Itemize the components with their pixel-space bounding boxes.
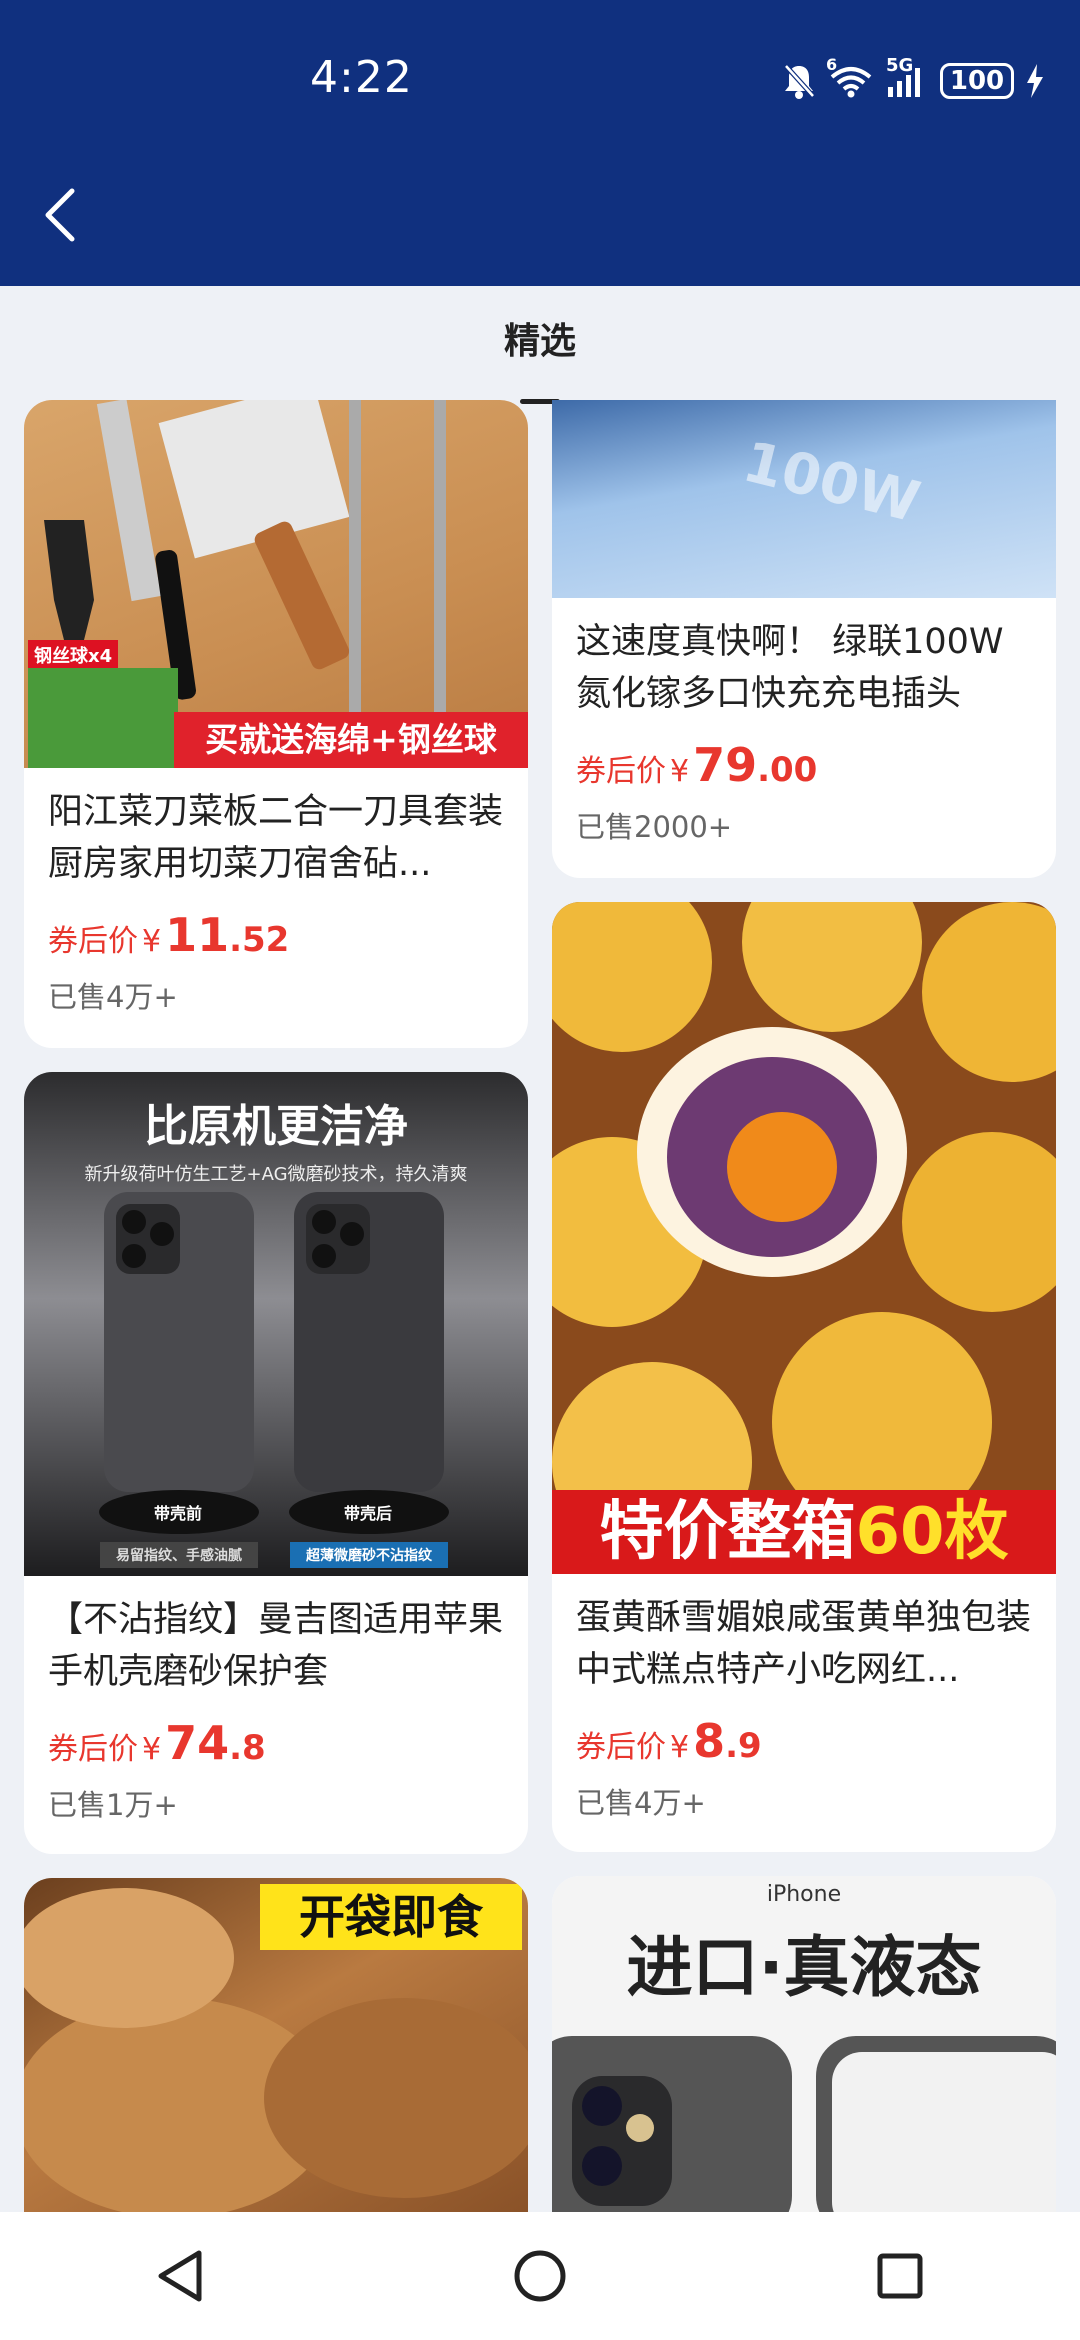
price-decimal: .00 bbox=[757, 750, 818, 790]
currency-symbol: ¥ bbox=[670, 754, 690, 789]
chevron-left-icon bbox=[45, 188, 75, 242]
image-banner: 买就送海绵+钢丝球 bbox=[174, 712, 528, 768]
status-icons: 6 5G 100 bbox=[782, 55, 1044, 106]
caption-before: 易留指纹、手感油腻 bbox=[100, 1542, 258, 1568]
caption-after: 超薄微磨砂不沾指纹 bbox=[290, 1542, 448, 1568]
wifi-badge: 6 bbox=[826, 55, 838, 74]
cellular-signal-icon: 5G bbox=[886, 55, 928, 99]
nav-home-button[interactable] bbox=[500, 2236, 580, 2316]
product-card[interactable]: 钢丝球x4 买就送海绵+钢丝球 阳江菜刀菜板二合一刀具套装厨房家用切菜刀宿舍砧.… bbox=[24, 400, 528, 1048]
price-label: 券后价 bbox=[576, 1730, 666, 1765]
image-badge: 钢丝球x4 bbox=[28, 640, 119, 670]
triangle-back-icon bbox=[158, 2250, 202, 2302]
product-info: 阳江菜刀菜板二合一刀具套装厨房家用切菜刀宿舍砧... 券后价 ¥ 11 .52 … bbox=[24, 768, 528, 1016]
charging-bolt-icon bbox=[1026, 64, 1044, 98]
product-card[interactable]: 开袋即食 bbox=[24, 1878, 528, 2212]
price-label: 券后价 bbox=[48, 1732, 138, 1767]
price-row: 券后价 ¥ 74 .8 bbox=[48, 1716, 504, 1770]
network-type: 5G bbox=[886, 55, 914, 76]
price-integer: 11 bbox=[165, 908, 230, 962]
product-card[interactable]: 比原机更洁净 新升级荷叶仿生工艺+AG微磨砂技术，持久清爽 带壳前 带壳后 易留… bbox=[24, 1072, 528, 1854]
label-before: 带壳前 bbox=[154, 1504, 203, 1523]
product-info: 【不沾指纹】曼吉图适用苹果手机壳磨砂保护套 券后价 ¥ 74 .8 已售1万+ bbox=[24, 1576, 528, 1824]
price-decimal: .9 bbox=[725, 1726, 762, 1766]
product-image: 开袋即食 bbox=[24, 1878, 528, 2212]
price-integer: 79 bbox=[693, 738, 758, 792]
price-row: 券后价 ¥ 79 .00 bbox=[576, 738, 1032, 792]
tab-label: 精选 bbox=[503, 321, 576, 362]
mute-bell-icon bbox=[782, 62, 816, 100]
product-title: 【不沾指纹】曼吉图适用苹果手机壳磨砂保护套 bbox=[48, 1600, 504, 1692]
square-recents-icon bbox=[877, 2253, 923, 2299]
product-title: 蛋黄酥雪媚娘咸蛋黄单独包装中式糕点特产小吃网红... bbox=[576, 1598, 1032, 1690]
product-title: 阳江菜刀菜板二合一刀具套装厨房家用切菜刀宿舍砧... bbox=[48, 792, 504, 884]
price-integer: 74 bbox=[165, 1716, 230, 1770]
product-card[interactable]: 特价整箱60枚 蛋黄酥雪媚娘咸蛋黄单独包装中式糕点特产小吃网红... 券后价 ¥… bbox=[552, 902, 1056, 1852]
product-card[interactable]: 100W 这速度真快啊！ 绿联100W氮化镓多口快充充电插头 券后价 ¥ 79 … bbox=[552, 400, 1056, 878]
sold-count: 已售4万+ bbox=[576, 1786, 706, 1820]
image-banner: 特价整箱60枚 bbox=[552, 1490, 1056, 1574]
wifi-icon: 6 bbox=[826, 55, 874, 99]
image-text: 100W bbox=[736, 429, 926, 536]
tab-featured[interactable]: 精选 bbox=[503, 312, 576, 404]
label-after: 带壳后 bbox=[344, 1504, 393, 1523]
circle-home-icon bbox=[514, 2250, 566, 2302]
product-info: 这速度真快啊！ 绿联100W氮化镓多口快充充电插头 券后价 ¥ 79 .00 已… bbox=[552, 598, 1056, 846]
product-card[interactable]: iPhone 进口·真液态 bbox=[552, 1876, 1056, 2212]
currency-symbol: ¥ bbox=[142, 1732, 162, 1767]
system-nav-bar bbox=[0, 2212, 1080, 2340]
product-title: 这速度真快啊！ 绿联100W氮化镓多口快充充电插头 bbox=[576, 622, 1004, 714]
banner-count: 60枚 bbox=[855, 1495, 1009, 1569]
app-header: 4:22 6 5G 100 bbox=[0, 0, 1080, 286]
back-button[interactable] bbox=[30, 180, 90, 250]
product-image: 比原机更洁净 新升级荷叶仿生工艺+AG微磨砂技术，持久清爽 带壳前 带壳后 易留… bbox=[24, 1072, 528, 1576]
currency-symbol: ¥ bbox=[142, 924, 162, 959]
currency-symbol: ¥ bbox=[670, 1730, 690, 1765]
price-integer: 8 bbox=[693, 1714, 726, 1768]
image-banner: 开袋即食 bbox=[260, 1884, 522, 1950]
price-row: 券后价 ¥ 8 .9 bbox=[576, 1714, 1032, 1768]
product-image: 100W bbox=[552, 400, 1056, 598]
sold-count: 已售2000+ bbox=[576, 810, 733, 844]
price-row: 券后价 ¥ 11 .52 bbox=[48, 908, 504, 962]
price-decimal: .52 bbox=[229, 920, 290, 960]
price-label: 券后价 bbox=[48, 924, 138, 959]
tab-bar: 精选 bbox=[0, 286, 1080, 404]
sponge-graphic bbox=[28, 668, 178, 768]
status-time: 4:22 bbox=[310, 52, 413, 103]
product-info: 蛋黄酥雪媚娘咸蛋黄单独包装中式糕点特产小吃网红... 券后价 ¥ 8 .9 已售… bbox=[552, 1574, 1056, 1822]
battery-level: 100 bbox=[940, 63, 1014, 99]
banner-text: 特价整箱 bbox=[599, 1495, 856, 1569]
sold-count: 已售1万+ bbox=[48, 1788, 178, 1822]
product-image: 钢丝球x4 买就送海绵+钢丝球 bbox=[24, 400, 528, 768]
sold-count: 已售4万+ bbox=[48, 980, 178, 1014]
nav-recents-button[interactable] bbox=[860, 2236, 940, 2316]
product-image: 特价整箱60枚 bbox=[552, 902, 1056, 1574]
product-image: iPhone 进口·真液态 bbox=[552, 1876, 1056, 2212]
price-decimal: .8 bbox=[229, 1728, 266, 1768]
price-label: 券后价 bbox=[576, 754, 666, 789]
nav-back-button[interactable] bbox=[140, 2236, 220, 2316]
